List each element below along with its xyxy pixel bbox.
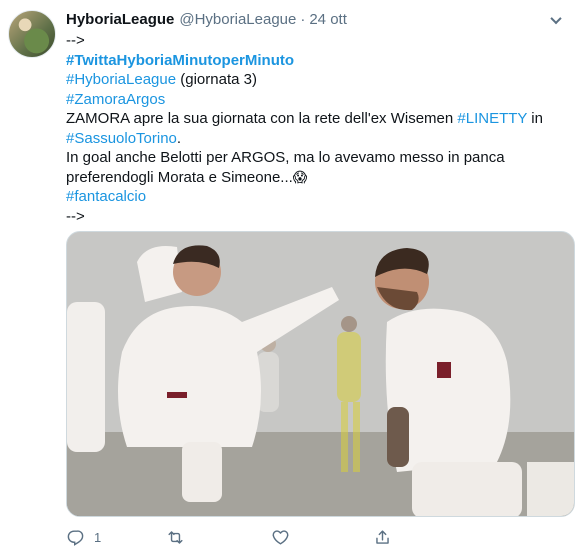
text-fragment: in: [527, 110, 543, 127]
tweet-date[interactable]: 24 ott: [309, 11, 347, 28]
tweet-card[interactable]: HyboriaLeague @HyboriaLeague · 24 ott --…: [0, 0, 586, 557]
share-icon: [376, 529, 389, 544]
hashtag-link[interactable]: #TwittaHyboriaMinutoperMinuto: [66, 52, 294, 69]
tweet-photo[interactable]: [66, 231, 575, 517]
text-line: -->: [66, 207, 85, 225]
text-line: -->: [66, 32, 85, 49]
avatar[interactable]: [8, 10, 56, 58]
user-handle[interactable]: @HyboriaLeague: [179, 11, 296, 28]
retweet-button[interactable]: [166, 528, 194, 547]
heart-icon: [272, 529, 289, 545]
tweet-header: HyboriaLeague @HyboriaLeague · 24 ott: [66, 11, 347, 31]
reply-count: 1: [94, 529, 102, 545]
like-button[interactable]: [271, 528, 299, 547]
display-name[interactable]: HyboriaLeague: [66, 11, 174, 28]
photo-football-celebration-icon: [67, 232, 574, 516]
hashtag-link[interactable]: #fantacalcio: [66, 188, 146, 205]
text-fragment: ZAMORA apre la sua giornata con la rete …: [66, 110, 458, 127]
header-separator: ·: [300, 11, 306, 28]
text-fragment: .: [176, 129, 182, 147]
tweet-actions: 1: [66, 524, 571, 550]
text-fragment: preferendogli Morata e Simeone...: [66, 168, 293, 186]
text-fragment: (giornata 3): [176, 71, 257, 88]
hashtag-link[interactable]: #HyboriaLeague: [66, 71, 176, 88]
hashtag-link[interactable]: #ZamoraArgos: [66, 91, 165, 108]
hashtag-link[interactable]: #SassuoloTorino: [66, 130, 177, 147]
tweet-text: --> #TwittaHyboriaMinutoperMinuto #Hybor…: [66, 31, 571, 226]
scream-emoji-icon: 😱: [292, 168, 308, 185]
hashtag-link[interactable]: #LINETTY: [457, 110, 527, 127]
more-options-button[interactable]: [548, 12, 564, 28]
share-button[interactable]: [373, 528, 392, 547]
text-line: In goal anche Belotti per ARGOS, ma lo a…: [66, 149, 505, 166]
chevron-down-icon: [550, 12, 562, 25]
reply-button[interactable]: 1: [66, 528, 101, 547]
reply-icon: [67, 529, 84, 546]
retweet-icon: [168, 530, 183, 544]
